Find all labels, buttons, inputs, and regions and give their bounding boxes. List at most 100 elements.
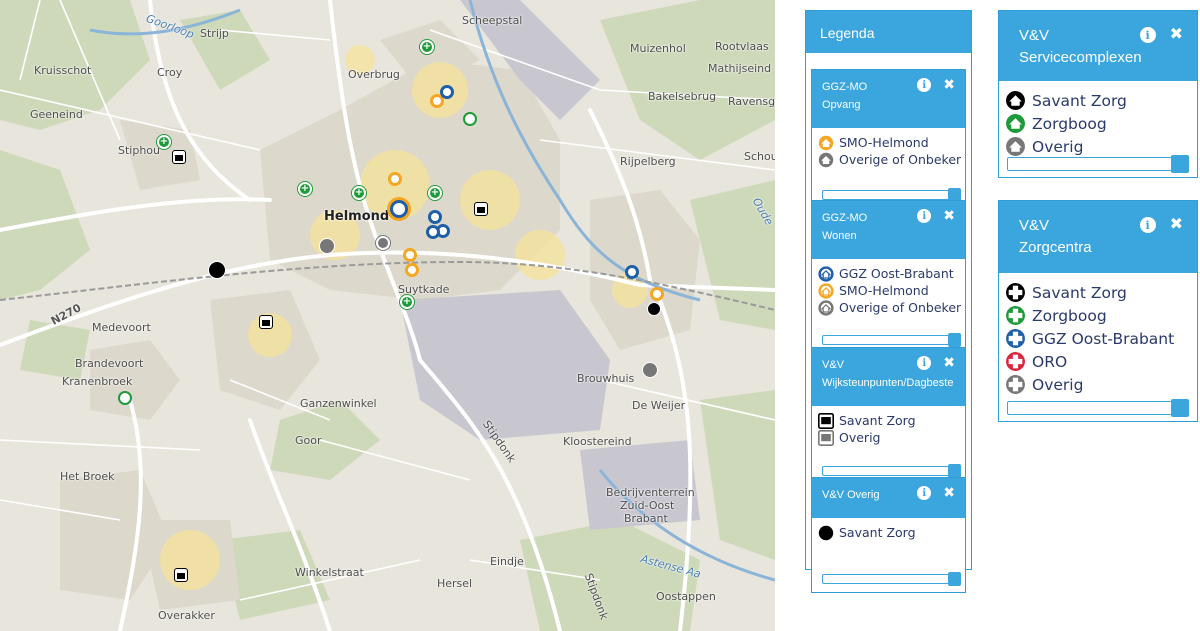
legend-group: GGZ-MO Opvang i ✖ SMO-Helmond Overige of…	[811, 69, 966, 209]
legend-title: Legenda	[820, 25, 875, 41]
legend-group-header: V&V Zorgcentra i ✖	[999, 201, 1197, 273]
place-label: Ravensga	[728, 95, 775, 108]
opacity-slider[interactable]	[822, 572, 961, 586]
servicecomplex-savant-marker[interactable]	[647, 302, 661, 316]
legend-item[interactable]: Overige of Onbekend	[818, 299, 961, 316]
close-icon[interactable]: ✖	[943, 209, 955, 223]
zorgcentrum-zorgboog-marker[interactable]: +	[420, 40, 434, 54]
opacity-slider[interactable]	[1007, 155, 1189, 173]
legend-item[interactable]: Savant Zorg	[1005, 89, 1193, 112]
place-label: Hersel	[437, 577, 473, 590]
wijksteunpunt-savant-marker[interactable]	[174, 568, 188, 582]
close-icon[interactable]: ✖	[943, 356, 955, 370]
slider-handle[interactable]	[948, 464, 961, 478]
square-building-icon	[818, 429, 834, 446]
legend-group-header: V&V Overig i ✖	[812, 478, 965, 518]
legend-group-subtitle: Zorgcentra	[1019, 239, 1092, 256]
info-icon[interactable]: i	[917, 486, 932, 500]
ggz-oost-brabant-marker[interactable]	[428, 210, 442, 224]
info-icon[interactable]: i	[1139, 27, 1156, 43]
place-label: Kloostereind	[563, 435, 632, 448]
legend-item[interactable]: Overig	[818, 429, 961, 446]
legend-item[interactable]: Zorgboog	[1005, 112, 1193, 135]
legend-item[interactable]: ORO	[1005, 350, 1193, 373]
cross-circle-icon	[1005, 374, 1026, 395]
servicecomplex-zorgboog-marker[interactable]	[463, 112, 477, 126]
close-icon[interactable]: ✖	[1170, 26, 1183, 43]
ggz-oost-brabant-marker[interactable]	[440, 85, 454, 99]
legend-group-header: GGZ-MO Opvang i ✖	[812, 70, 965, 128]
legend-item[interactable]: SMO-Helmond	[818, 282, 961, 299]
house-ring-icon	[818, 299, 834, 316]
slider-handle[interactable]	[948, 572, 961, 586]
place-label: Bedrijventerrein	[606, 486, 695, 499]
place-label: Kranenbroek	[62, 375, 133, 388]
legend-item[interactable]: Overige of Onbekend	[818, 151, 961, 168]
smo-helmond-marker[interactable]	[650, 287, 664, 301]
zorgcentrum-zorgboog-marker[interactable]: +	[428, 186, 442, 200]
place-label: De Weijer	[632, 399, 686, 412]
ggz-oost-brabant-marker[interactable]	[390, 200, 408, 218]
legend-item-label: Savant Zorg	[1032, 283, 1127, 302]
zorgcentrum-zorgboog-marker[interactable]: +	[157, 135, 171, 149]
place-label: Oostappen	[656, 590, 716, 603]
smo-helmond-marker[interactable]	[388, 172, 402, 186]
close-icon[interactable]: ✖	[943, 486, 955, 500]
legend-group-subtitle: Wonen	[822, 230, 857, 242]
place-label: Muizenhol	[630, 42, 686, 55]
wijksteunpunt-savant-marker[interactable]	[474, 202, 488, 216]
close-icon[interactable]: ✖	[1170, 216, 1183, 233]
zorgcentrum-zorgboog-marker[interactable]: +	[352, 186, 366, 200]
close-icon[interactable]: ✖	[943, 78, 955, 92]
legend-item[interactable]: Savant Zorg	[1005, 281, 1193, 304]
smo-helmond-marker[interactable]	[403, 248, 417, 262]
legend-item-label: SMO-Helmond	[839, 283, 929, 298]
slider-handle[interactable]	[1171, 399, 1189, 417]
legend-item-label: SMO-Helmond	[839, 135, 929, 150]
opacity-slider[interactable]	[1007, 399, 1189, 417]
overig-marker[interactable]	[642, 362, 658, 378]
legend-item[interactable]: Zorgboog	[1005, 304, 1193, 327]
opvang-overig-marker[interactable]	[376, 236, 390, 250]
place-label: Mathijseind	[708, 62, 772, 75]
legend-item[interactable]: Savant Zorg	[818, 412, 961, 429]
info-icon[interactable]: i	[917, 356, 932, 370]
ggz-oost-brabant-marker[interactable]	[625, 265, 639, 279]
place-label: Goor	[295, 434, 322, 447]
legend-header: Legenda	[806, 11, 971, 53]
legend-group-header: V&V Wijksteunpunten/Dagbeste i ✖	[812, 348, 965, 406]
place-label: Medevoort	[92, 321, 151, 334]
legend-item-label: Overig	[839, 430, 881, 445]
wijksteunpunt-savant-marker[interactable]	[172, 150, 186, 164]
vv-overig-savant-marker[interactable]	[208, 261, 226, 279]
opacity-slider[interactable]	[822, 464, 961, 478]
ggz-oost-brabant-marker[interactable]	[426, 225, 440, 239]
slider-handle[interactable]	[948, 333, 961, 347]
slider-handle[interactable]	[1171, 155, 1189, 173]
zorgcentrum-zorgboog-marker[interactable]: +	[298, 182, 312, 196]
legend-item[interactable]: Overig	[1005, 135, 1193, 158]
legend-item[interactable]: Overig	[1005, 373, 1193, 396]
house-circle-icon	[818, 135, 834, 151]
house-circle-icon	[818, 152, 834, 168]
overig-marker[interactable]	[319, 238, 335, 254]
zorgcentrum-zorgboog-marker[interactable]: +	[400, 295, 414, 309]
opacity-slider[interactable]	[822, 188, 961, 202]
legend-item[interactable]: GGZ Oost-Brabant	[1005, 327, 1193, 350]
servicecomplex-zorgboog-marker[interactable]	[118, 391, 132, 405]
wijksteunpunt-savant-marker[interactable]	[259, 315, 273, 329]
info-icon[interactable]: i	[917, 209, 932, 223]
place-label: Eindje	[490, 555, 524, 568]
place-label: Het Broek	[60, 470, 115, 483]
smo-helmond-marker[interactable]	[405, 263, 419, 277]
map-view[interactable]: Scheepstal Strijp Goorloop Muizenhol Roo…	[0, 0, 775, 631]
legend-item[interactable]: Savant Zorg	[818, 524, 961, 541]
legend-item[interactable]: SMO-Helmond	[818, 134, 961, 151]
info-icon[interactable]: i	[917, 78, 932, 92]
place-label: Overbrug	[348, 68, 400, 81]
legend-item[interactable]: GGZ Oost-Brabant	[818, 265, 961, 282]
opacity-slider[interactable]	[822, 333, 961, 347]
legend-item-label: Zorgboog	[1032, 306, 1107, 325]
cross-circle-icon	[1005, 282, 1026, 303]
info-icon[interactable]: i	[1139, 217, 1156, 233]
